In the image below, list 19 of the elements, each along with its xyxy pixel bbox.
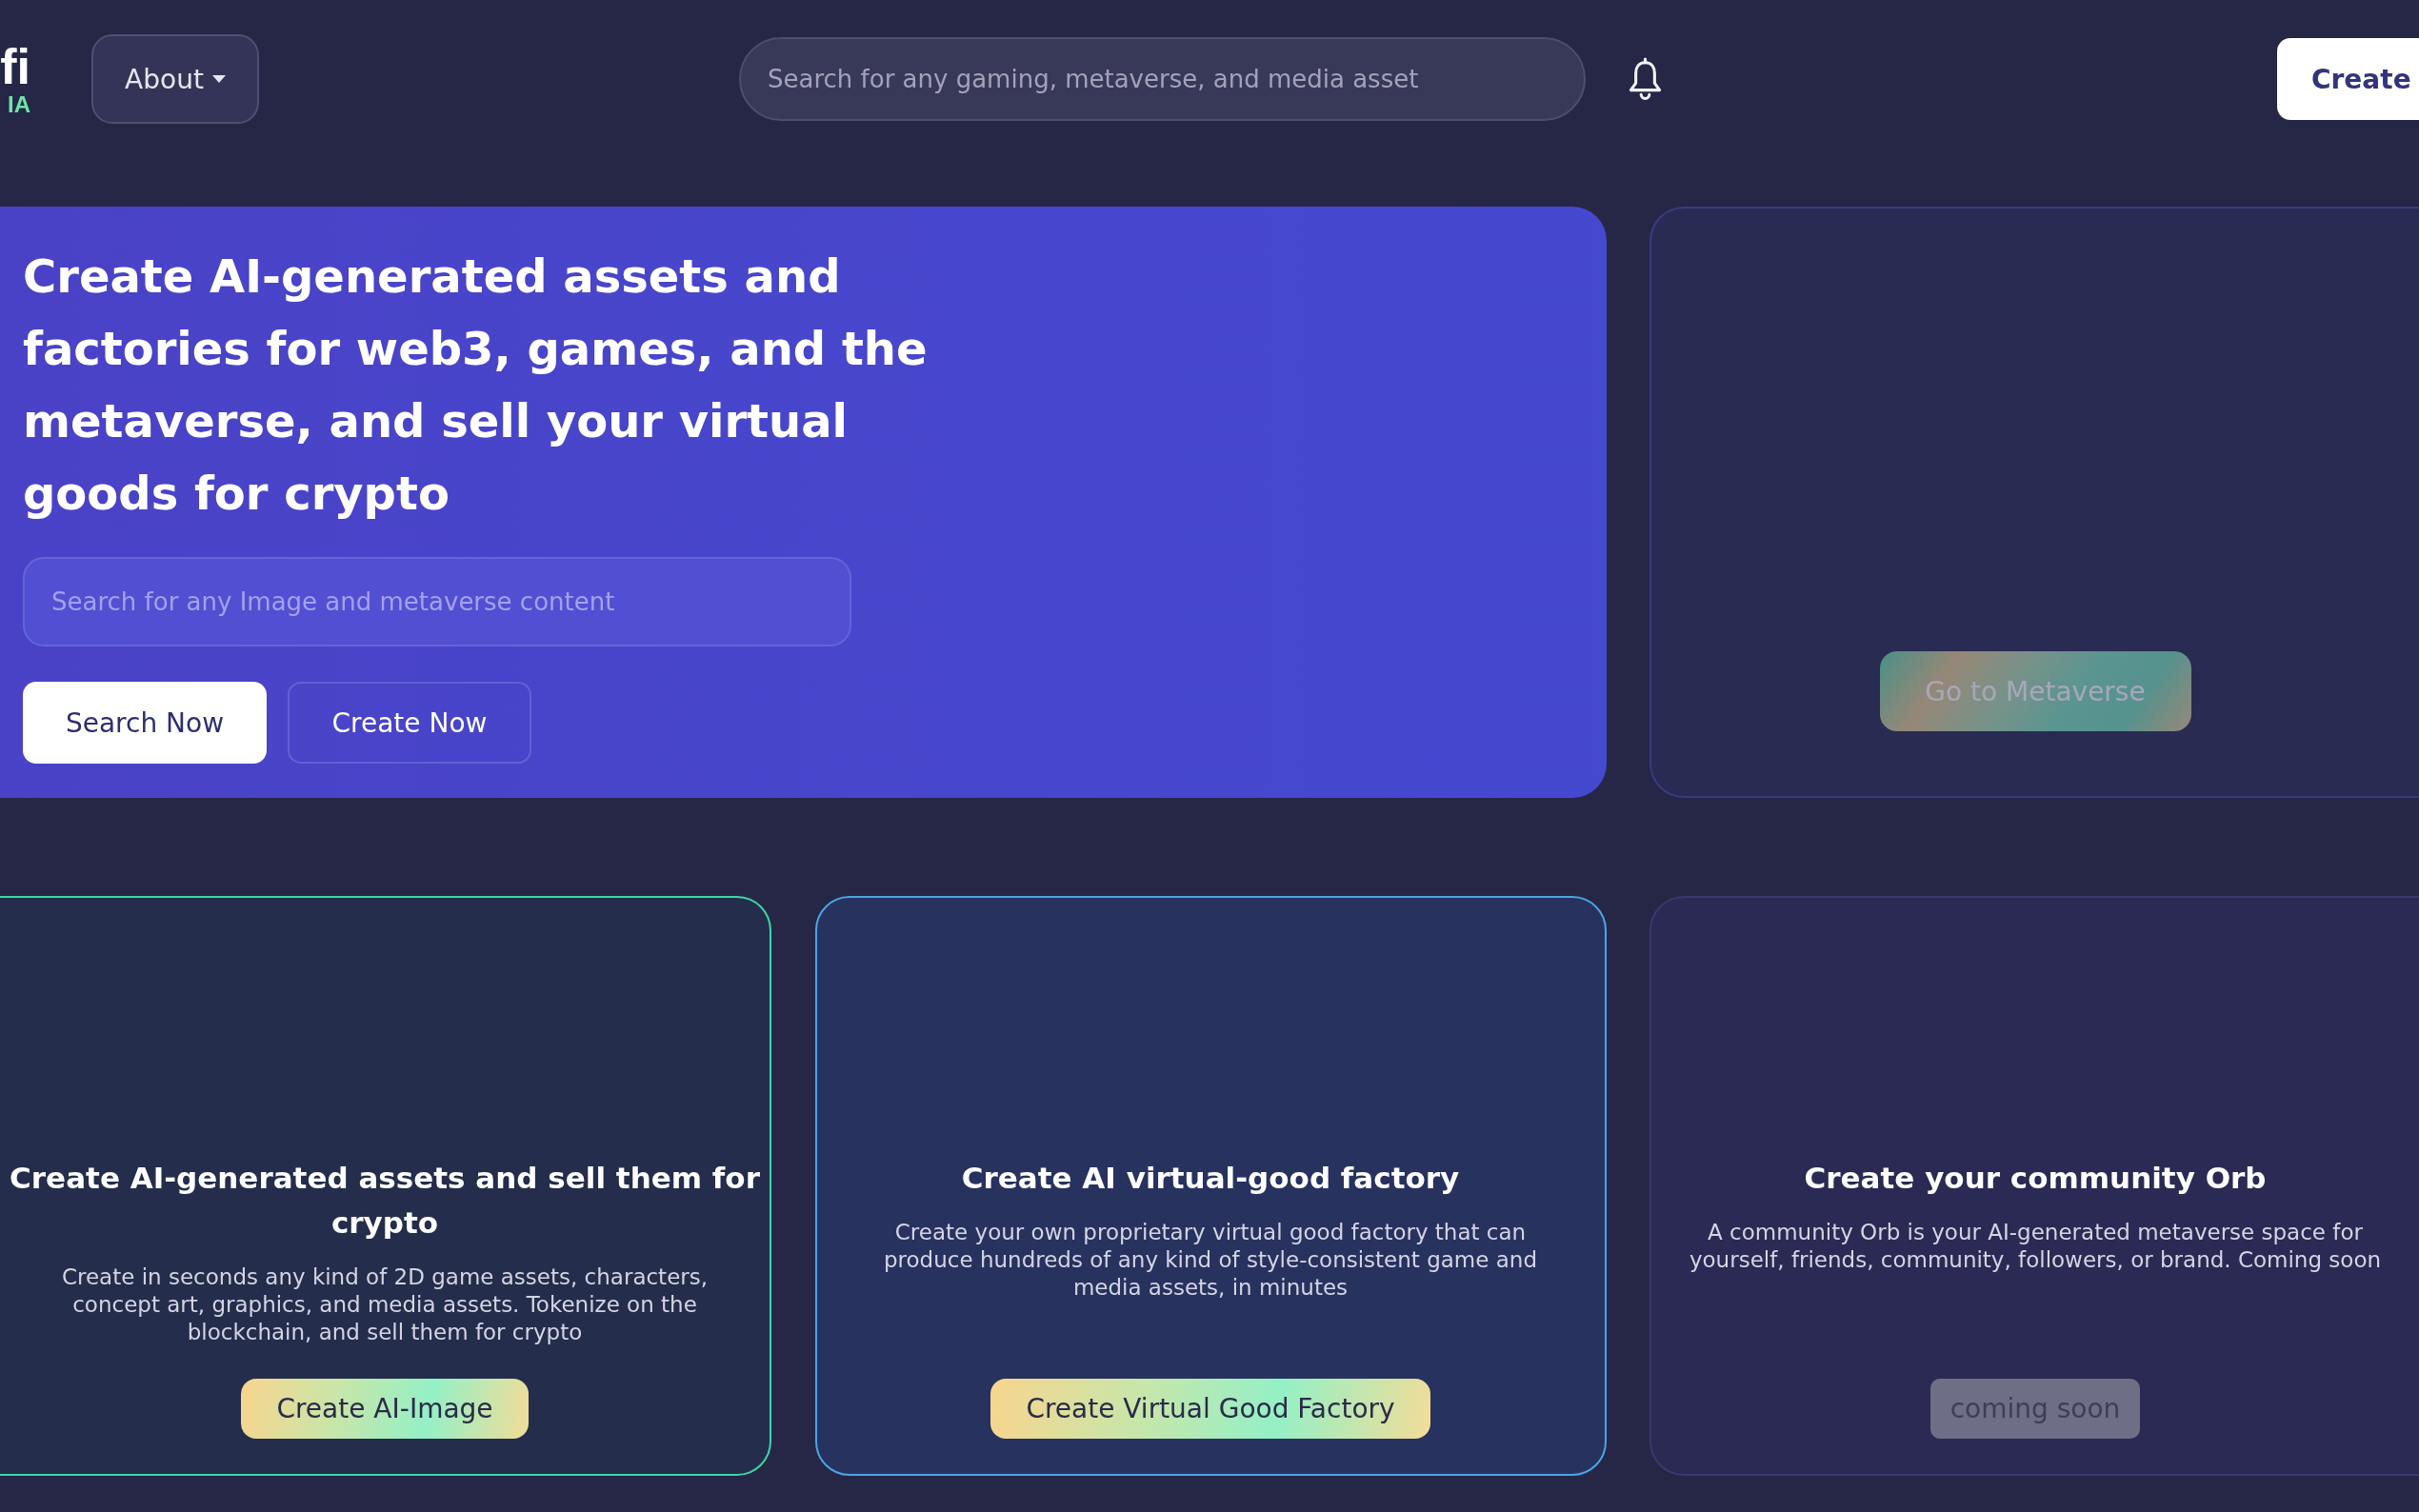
card-title: Create AI virtual-good factory (961, 1160, 1460, 1197)
card-title: Create your community Orb (1804, 1160, 2267, 1197)
hero-heading: Create AI-generated assets and factories for web3, games, and the metaverse, and sell your virtual goods for crypto (23, 249, 929, 522)
logo-tagline: IA (8, 92, 30, 117)
search-field[interactable]: Search for any Image and metaverse content (23, 557, 851, 647)
logo-wordmark[interactable]: fi (0, 41, 30, 92)
card-description: A community Orb is your AI-generated metaverse space for yourself, friends, community, followers, or brand. Coming soon (1688, 1219, 2383, 1274)
search-now-button[interactable]: Search Now (23, 682, 267, 764)
create-button[interactable]: Create AI-Image (241, 1379, 529, 1439)
create-now-button[interactable]: Create Now (288, 682, 531, 764)
card-title: Create AI-generated assets and sell them for crypto (9, 1160, 761, 1242)
search-field[interactable]: Search for any gaming, metaverse, and media asset (739, 37, 1586, 121)
about-menu-button[interactable]: About (91, 34, 259, 124)
create-button[interactable]: Create (2277, 38, 2419, 120)
card-description: Create your own proprietary virtual good factory that can produce hundreds of any kind of style-consistent game and media assets, in minutes (883, 1219, 1538, 1302)
create-button[interactable]: Create Virtual Good Factory (990, 1379, 1430, 1439)
card-description: Create in seconds any kind of 2D game assets, characters, concept art, graphics, and media assets. Tokenize on the blockchain, and sell them for crypto (60, 1263, 710, 1346)
caret-icon (211, 75, 226, 83)
notification-bell-icon[interactable] (1628, 56, 1663, 102)
